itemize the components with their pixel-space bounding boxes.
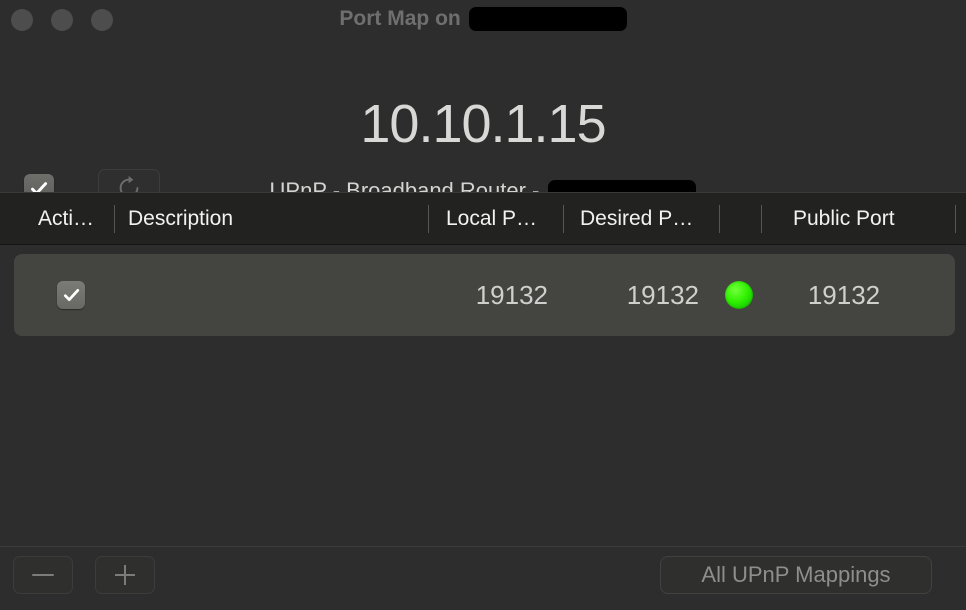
remove-mapping-button[interactable] bbox=[13, 556, 73, 594]
column-header-active[interactable]: Acti… bbox=[38, 193, 108, 244]
table-body: 19132 19132 19132 bbox=[0, 245, 966, 546]
title-bar: Port Map on bbox=[0, 0, 966, 38]
window-title-group: Port Map on bbox=[0, 4, 966, 34]
row-active-checkbox[interactable] bbox=[57, 281, 85, 309]
table-header: Acti… Description Local P… Desired P… Pu… bbox=[0, 192, 966, 245]
add-mapping-button[interactable] bbox=[95, 556, 155, 594]
column-header-public-port[interactable]: Public Port bbox=[793, 193, 943, 244]
column-header-description[interactable]: Description bbox=[128, 193, 418, 244]
plus-icon bbox=[115, 565, 135, 585]
column-header-local-port[interactable]: Local P… bbox=[446, 193, 556, 244]
cell-description[interactable] bbox=[128, 254, 428, 336]
cell-public-port[interactable]: 19132 bbox=[774, 254, 914, 336]
all-upnp-mappings-button[interactable]: All UPnP Mappings bbox=[660, 556, 932, 594]
table-row[interactable]: 19132 19132 19132 bbox=[14, 254, 955, 336]
column-divider-2[interactable] bbox=[428, 205, 429, 233]
column-divider-1[interactable] bbox=[114, 205, 115, 233]
cell-desired-port[interactable]: 19132 bbox=[544, 254, 699, 336]
minus-icon bbox=[32, 574, 54, 576]
column-divider-5[interactable] bbox=[761, 205, 762, 233]
router-ip-address: 10.10.1.15 bbox=[360, 94, 606, 154]
status-indicator-icon bbox=[725, 281, 753, 309]
column-header-desired-port[interactable]: Desired P… bbox=[580, 193, 708, 244]
bottom-toolbar: All UPnP Mappings bbox=[0, 546, 966, 610]
router-info-panel: 10.10.1.15 UPnP - Broadband Router - bbox=[0, 38, 966, 207]
cell-local-port[interactable]: 19132 bbox=[388, 254, 548, 336]
column-divider-4[interactable] bbox=[719, 205, 720, 233]
column-divider-3[interactable] bbox=[563, 205, 564, 233]
window-title: Port Map on bbox=[339, 7, 467, 30]
redacted-hostname bbox=[468, 7, 627, 31]
checkmark-icon bbox=[63, 288, 79, 301]
port-map-window: Port Map on 10.10.1.15 UPnP - Broadband … bbox=[0, 0, 966, 610]
column-header-status[interactable] bbox=[730, 193, 756, 244]
column-divider-6[interactable] bbox=[955, 205, 956, 233]
